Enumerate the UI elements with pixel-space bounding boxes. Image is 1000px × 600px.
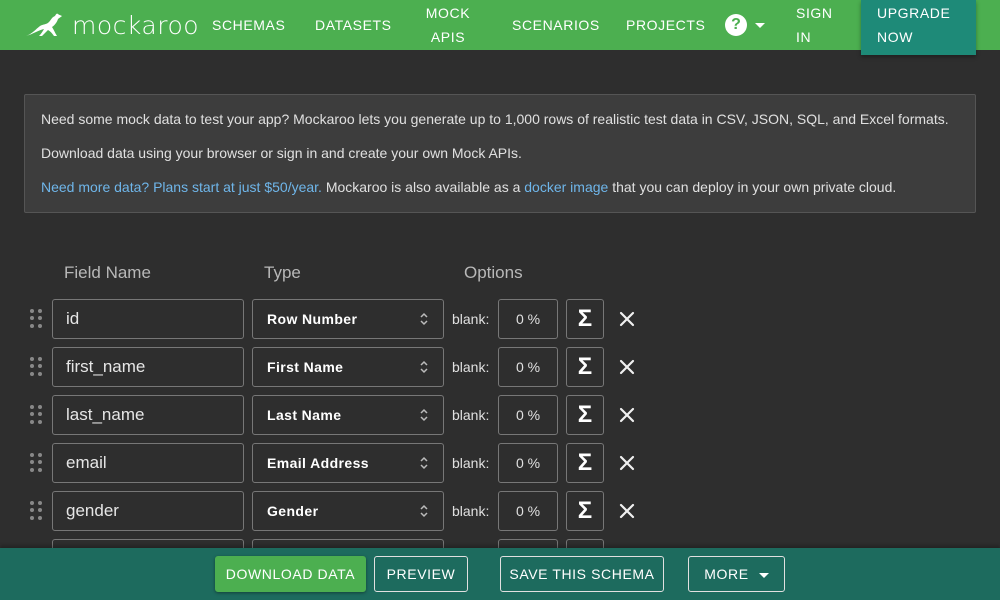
chevron-up-down-icon <box>420 504 428 518</box>
help-menu[interactable]: ? <box>725 14 765 36</box>
field-type-label: Gender <box>267 503 319 519</box>
field-row: id Row Number blank: 0 % Σ <box>0 299 1000 339</box>
help-icon: ? <box>725 14 747 36</box>
sigma-icon: Σ <box>577 353 593 380</box>
blank-percent-input[interactable]: 0 % <box>498 443 558 483</box>
formula-button[interactable]: Σ <box>566 395 604 435</box>
blank-percent-input[interactable]: 0 % <box>498 299 558 339</box>
close-icon[interactable] <box>617 453 637 473</box>
field-row: email Email Address blank: 0 % Σ <box>0 443 1000 483</box>
formula-button[interactable]: Σ <box>566 491 604 531</box>
chevron-down-icon <box>755 22 765 28</box>
field-row: first_name First Name blank: 0 % Σ <box>0 347 1000 387</box>
blank-label: blank: <box>452 503 490 519</box>
field-type-select[interactable]: Last Name <box>252 395 444 435</box>
nav-schemas[interactable]: SCHEMAS <box>212 13 285 37</box>
nav-sign-in[interactable]: SIGN IN <box>796 1 836 49</box>
drag-handle-icon[interactable] <box>30 405 42 425</box>
nav-mock-apis[interactable]: MOCK APIS <box>418 1 478 49</box>
blank-label: blank: <box>452 311 490 327</box>
blank-percent-input[interactable]: 0 % <box>498 347 558 387</box>
field-name-input[interactable]: id <box>52 299 244 339</box>
drag-handle-icon[interactable] <box>30 309 42 329</box>
field-name-input[interactable]: last_name <box>52 395 244 435</box>
more-button[interactable]: MORE <box>688 556 785 592</box>
info-line-3-mid: Mockaroo is also available as a <box>321 179 525 195</box>
blank-label: blank: <box>452 359 490 375</box>
field-name-input[interactable]: first_name <box>52 347 244 387</box>
nav-datasets[interactable]: DATASETS <box>315 13 392 37</box>
blank-label: blank: <box>452 407 490 423</box>
info-line-2: Download data using your browser or sign… <box>41 145 522 161</box>
drag-handle-icon[interactable] <box>30 501 42 521</box>
field-type-label: Last Name <box>267 407 342 423</box>
blank-percent-input[interactable]: 0 % <box>498 491 558 531</box>
close-icon[interactable] <box>617 405 637 425</box>
download-data-button[interactable]: DOWNLOAD DATA <box>215 556 366 592</box>
field-type-label: Row Number <box>267 311 358 327</box>
more-label: MORE <box>704 566 749 582</box>
field-type-select[interactable]: First Name <box>252 347 444 387</box>
formula-button[interactable]: Σ <box>566 347 604 387</box>
type-header: Type <box>264 263 301 282</box>
top-navbar: mockaroo SCHEMAS DATASETS MOCK APIS SCEN… <box>0 0 1000 55</box>
nav-scenarios[interactable]: SCENARIOS <box>512 13 600 37</box>
field-row: last_name Last Name blank: 0 % Σ <box>0 395 1000 435</box>
docker-image-link[interactable]: docker image <box>524 179 608 195</box>
info-line-3: Need more data? Plans start at just $50/… <box>41 177 959 197</box>
mockaroo-logo[interactable]: mockaroo <box>24 10 199 40</box>
chevron-up-down-icon <box>420 408 428 422</box>
blank-label: blank: <box>452 455 490 471</box>
formula-button[interactable]: Σ <box>566 299 604 339</box>
field-type-select[interactable]: Gender <box>252 491 444 531</box>
sigma-icon: Σ <box>577 401 593 428</box>
info-line-3-end: that you can deploy in your own private … <box>608 179 897 195</box>
action-bar: DOWNLOAD DATA PREVIEW SAVE THIS SCHEMA M… <box>0 548 1000 600</box>
save-schema-button[interactable]: SAVE THIS SCHEMA <box>500 556 664 592</box>
field-type-select[interactable]: Row Number <box>252 299 444 339</box>
formula-button[interactable]: Σ <box>566 443 604 483</box>
field-type-select[interactable]: Email Address <box>252 443 444 483</box>
field-row: gender Gender blank: 0 % Σ <box>0 491 1000 531</box>
nav-projects[interactable]: PROJECTS <box>626 13 705 37</box>
sigma-icon: Σ <box>577 497 593 524</box>
close-icon[interactable] <box>617 357 637 377</box>
close-icon[interactable] <box>617 309 637 329</box>
field-name-input[interactable]: email <box>52 443 244 483</box>
brand-name: mockaroo <box>72 10 200 40</box>
drag-handle-icon[interactable] <box>30 357 42 377</box>
chevron-up-down-icon <box>420 312 428 326</box>
drag-handle-icon[interactable] <box>30 453 42 473</box>
chevron-up-down-icon <box>420 456 428 470</box>
sigma-icon: Σ <box>577 449 593 476</box>
options-header: Options <box>464 263 523 282</box>
field-name-header: Field Name <box>64 263 151 282</box>
preview-button[interactable]: PREVIEW <box>374 556 468 592</box>
close-icon[interactable] <box>617 501 637 521</box>
kangaroo-icon <box>26 13 62 36</box>
info-panel: Need some mock data to test your app? Mo… <box>24 94 976 213</box>
upgrade-now-button[interactable]: UPGRADE NOW <box>861 0 976 55</box>
field-type-label: Email Address <box>267 455 369 471</box>
chevron-down-icon <box>758 572 769 578</box>
sigma-icon: Σ <box>577 305 593 332</box>
field-name-input[interactable]: gender <box>52 491 244 531</box>
field-type-label: First Name <box>267 359 344 375</box>
plans-link[interactable]: Need more data? Plans start at just $50/… <box>41 179 322 195</box>
info-line-1: Need some mock data to test your app? Mo… <box>41 111 949 127</box>
chevron-up-down-icon <box>420 360 428 374</box>
blank-percent-input[interactable]: 0 % <box>498 395 558 435</box>
